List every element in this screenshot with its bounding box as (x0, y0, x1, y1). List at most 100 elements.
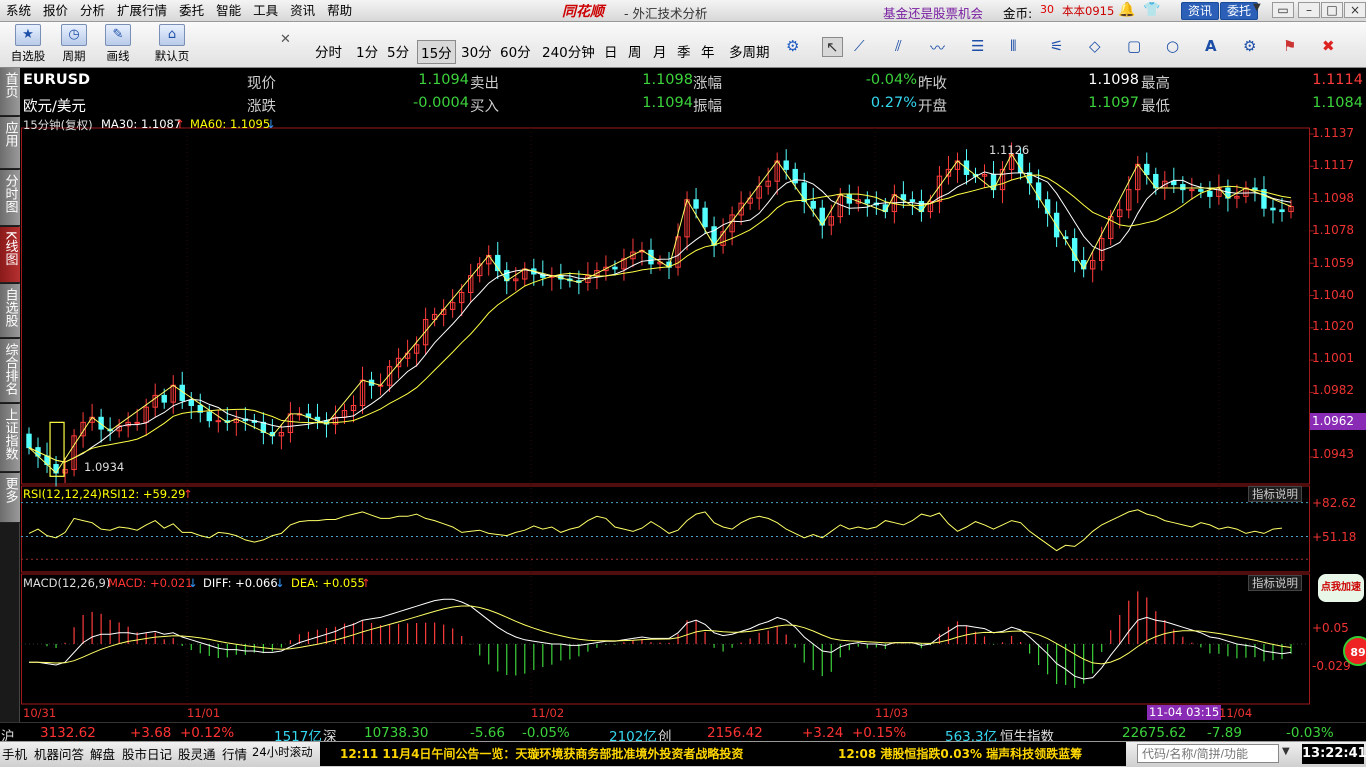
rsi-help-button[interactable]: 指标说明 (1248, 486, 1302, 502)
tab-kline[interactable]: K线图 (0, 227, 20, 283)
period-tool[interactable]: ◷ 周期 (54, 24, 94, 64)
cursor-time-tag: 11-04 03:15 (1147, 705, 1222, 720)
tab-ranking[interactable]: 综合排名 (0, 339, 20, 403)
menu-quote[interactable]: 报价 (37, 0, 74, 21)
period-5min[interactable]: 5分 (384, 40, 412, 62)
date-tick: 11/02 (531, 706, 565, 720)
menu-extended-quote[interactable]: 扩展行情 (111, 0, 173, 21)
shirt-icon[interactable]: 👕 (1143, 2, 1160, 18)
bottom-item-guling[interactable]: 股灵通 (178, 744, 216, 763)
options-button[interactable]: ▭ (1272, 2, 1294, 18)
bottom-item-robot-qa[interactable]: 机器问答 (34, 744, 84, 763)
tab-sh-index[interactable]: 上证指数 (0, 404, 20, 472)
period-30min[interactable]: 30分 (458, 40, 495, 62)
date-tick: 11/04 (1219, 706, 1253, 720)
score-badge[interactable]: 89 (1343, 636, 1366, 666)
gold-value: 30 (1040, 3, 1054, 16)
menu-news[interactable]: 资讯 (284, 0, 321, 21)
diff-value: DIFF: +0.066 (203, 576, 278, 590)
period-60min[interactable]: 60分 (497, 40, 534, 62)
tab-apps-label: 应用 (2, 121, 18, 147)
circle-icon[interactable]: ○ (1166, 37, 1179, 55)
buy-label: 买入 (470, 99, 499, 115)
period-day[interactable]: 日 (601, 40, 621, 62)
news-item-2[interactable]: 12:08 港股恒指跌0.03% 瑞声科技领跌蓝筹 (838, 745, 1082, 762)
instrument-name: 欧元/美元 (23, 99, 86, 115)
bottom-item-diary[interactable]: 股市日记 (122, 744, 172, 763)
bottom-item-24h[interactable]: 24小时滚动 (252, 744, 313, 760)
tab-more[interactable]: 更多 (0, 473, 20, 523)
menu-smart[interactable]: 智能 (210, 0, 247, 21)
prev-close-value: 1.1098 (1088, 72, 1139, 88)
ma30-up-arrow-icon: ↑ (175, 117, 185, 131)
price-tick: 1.1078 (1312, 223, 1354, 237)
period-settings-icon[interactable]: ⚙ (786, 37, 799, 55)
parallel-line-icon[interactable]: ⫽ (895, 37, 902, 55)
change-label: 涨跌 (247, 99, 276, 115)
default-page-tool[interactable]: ⌂ 默认页 (150, 24, 194, 64)
menu-tools[interactable]: 工具 (247, 0, 284, 21)
menu-help[interactable]: 帮助 (321, 0, 358, 21)
gold-label: 金币: (1003, 6, 1033, 21)
trade-dropdown-icon[interactable]: ▼ (1253, 2, 1261, 13)
ma60-down-arrow-icon: ↓ (266, 117, 276, 131)
wave-line-icon[interactable]: 〰 (930, 37, 945, 58)
menu-analysis[interactable]: 分析 (74, 0, 111, 21)
price-tick: 1.0943 (1312, 447, 1354, 461)
bookmark-icon[interactable]: ⚑ (1283, 37, 1296, 55)
text-line-icon[interactable]: ☰ (971, 37, 984, 55)
news-button[interactable]: 资讯 (1181, 2, 1220, 20)
promo-link[interactable]: 基金还是股票机会 (883, 3, 983, 22)
clock-icon: ◷ (61, 24, 87, 46)
line-tool-icon[interactable]: ⟋ (854, 37, 865, 55)
period-month[interactable]: 月 (650, 40, 670, 62)
bell-icon[interactable]: 🔔 (1118, 2, 1135, 18)
period-year[interactable]: 年 (698, 40, 718, 62)
minimize-button[interactable]: – (1298, 2, 1320, 18)
macd-help-button[interactable]: 指标说明 (1248, 575, 1302, 591)
rsi-label: RSI(12,12,24) (23, 487, 102, 501)
chart-canvas[interactable] (21, 116, 1366, 722)
cursor-icon[interactable]: ↖ (822, 37, 843, 57)
speedup-badge[interactable]: 点我加速 (1318, 574, 1364, 602)
bottom-item-analysis[interactable]: 解盘 (90, 744, 115, 763)
period-multi[interactable]: 多周期 (726, 40, 773, 62)
watchlist-tool[interactable]: ★ 自选股 (8, 24, 48, 64)
period-week[interactable]: 周 (625, 40, 645, 62)
vertical-lines-icon[interactable]: ⦀ (1010, 37, 1017, 55)
draw-tool[interactable]: ✎ 画线 (98, 24, 138, 64)
menu-system[interactable]: 系统 (0, 0, 37, 21)
period-15min[interactable]: 15分 (417, 40, 456, 64)
bottom-item-mobile[interactable]: 手机 (2, 744, 27, 763)
channel-icon[interactable]: ◇ (1089, 37, 1101, 55)
rectangle-icon[interactable]: ▢ (1127, 37, 1141, 55)
period-quarter[interactable]: 季 (674, 40, 694, 62)
bottom-item-quotes[interactable]: 行情 (222, 744, 247, 763)
period-240min[interactable]: 240分钟 (539, 40, 598, 62)
user-name[interactable]: 本本0915 (1062, 3, 1114, 19)
sz-change: -5.66 (470, 725, 505, 741)
close-button[interactable]: × (1344, 2, 1366, 18)
candle-body (206, 411, 212, 422)
tab-timeshare[interactable]: 分时图 (0, 170, 20, 226)
quote-header: EURUSD 欧元/美元 现价 涨跌 1.1094 -0.0004 卖出 买入 … (21, 68, 1366, 116)
text-tool-icon[interactable]: A (1205, 37, 1217, 55)
collapse-icon[interactable]: ✕ (280, 32, 291, 47)
ma30-label: MA30: 1.1087 (101, 117, 182, 131)
period-1min[interactable]: 1分 (353, 40, 381, 62)
price-value: 1.1094 (418, 72, 469, 88)
draw-settings-icon[interactable]: ⚙ (1243, 37, 1256, 55)
tab-apps[interactable]: 应用 (0, 117, 20, 169)
delete-icon[interactable]: ✖ (1322, 37, 1335, 55)
fibonacci-icon[interactable]: ⚟ (1050, 37, 1063, 55)
search-input[interactable] (1137, 744, 1279, 763)
tab-watchlist[interactable]: 自选股 (0, 284, 20, 338)
price-tick: 1.1001 (1312, 351, 1354, 365)
period-fenshi[interactable]: 分时 (312, 40, 345, 62)
tab-home[interactable]: 首页 (0, 68, 20, 116)
maximize-button[interactable]: □ (1321, 2, 1343, 18)
search-dropdown-icon[interactable]: ▼ (1282, 746, 1290, 757)
menu-trade[interactable]: 委托 (173, 0, 210, 21)
price-tick: 1.1117 (1312, 158, 1354, 172)
news-item-1[interactable]: 12:11 11月4日午间公告一览：天璇环境获商务部批准境外投资者战略投资 (340, 745, 743, 762)
